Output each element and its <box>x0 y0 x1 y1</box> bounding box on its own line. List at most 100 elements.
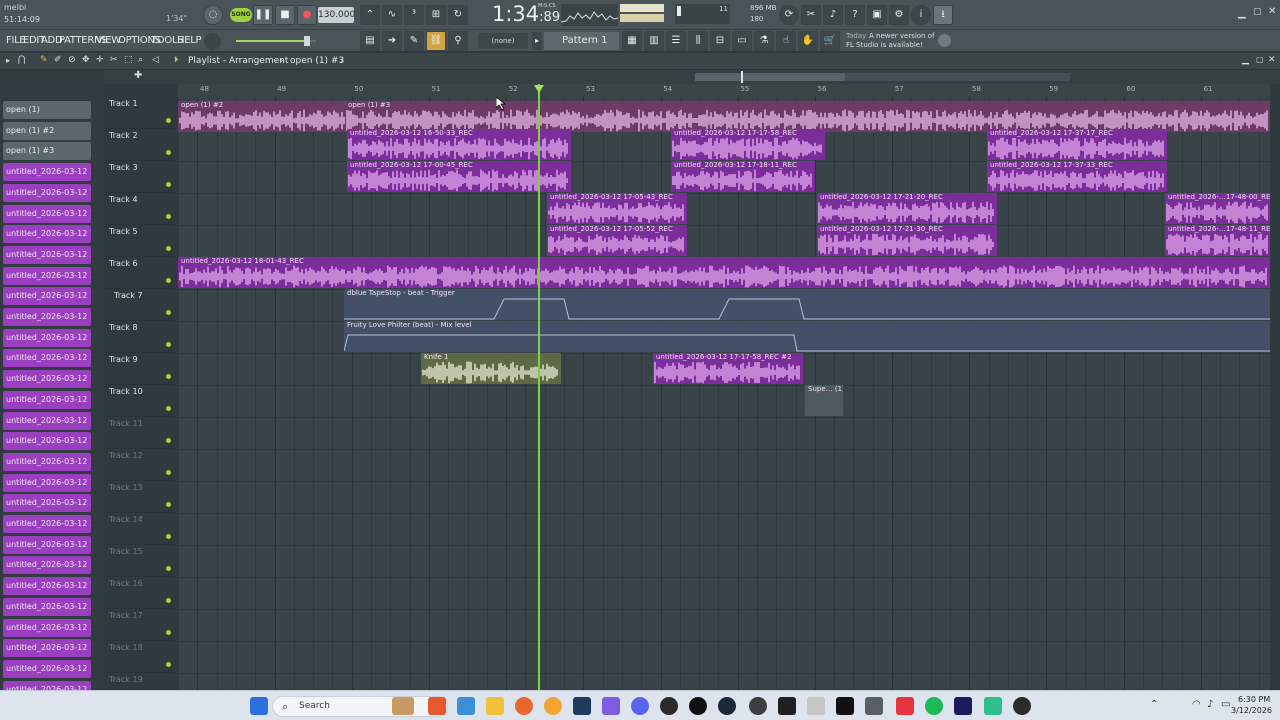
slice-tool-icon[interactable]: ✂ <box>110 55 118 65</box>
info-icon[interactable]: i <box>911 5 931 25</box>
playlist-minimize-icon[interactable]: ▁ <box>1242 55 1249 65</box>
menu-help[interactable]: HELP <box>177 35 202 46</box>
picker-item[interactable]: untitled_2026-03-12 16-… <box>3 225 91 244</box>
help-icon[interactable]: ? <box>845 5 865 25</box>
brush-tool-icon[interactable]: ✐ <box>54 55 62 65</box>
picker-item[interactable]: untitled_2026-03-12 16-… <box>3 245 91 264</box>
touch-icon[interactable]: ☝ <box>776 31 796 51</box>
clip-t6a[interactable]: untitled_2026-03-12 18-01-43_REC <box>178 257 1270 288</box>
picker-item[interactable]: untitled_2026-03-12 16-… <box>3 266 91 285</box>
track-enable-dot[interactable] <box>166 278 171 283</box>
picker-item[interactable]: untitled_2026-03-12 17-… <box>3 328 91 347</box>
track-enable-dot[interactable] <box>166 630 171 635</box>
clock-date[interactable]: 3/12/2026 <box>1231 706 1272 715</box>
picker-item[interactable]: untitled_2026-03-12 17-… <box>3 577 91 596</box>
draw-icon[interactable]: ✎ <box>404 31 424 51</box>
volume-icon[interactable]: ♪ <box>1207 699 1213 710</box>
artemis-icon[interactable] <box>573 697 591 715</box>
clip-t4c[interactable]: untitled_2026-…17-48-00_REC <box>1165 193 1270 224</box>
track-add-icon[interactable]: ✚ <box>134 70 142 81</box>
app-bolt-icon[interactable] <box>807 697 825 715</box>
picker-item[interactable]: untitled_2026-03-12 17-… <box>3 618 91 637</box>
picker-item[interactable]: untitled_2026-03-12 17-… <box>3 370 91 389</box>
picker-item[interactable]: open (1) #2 <box>3 121 91 140</box>
track-enable-dot[interactable] <box>166 566 171 571</box>
firefox-icon[interactable] <box>515 697 533 715</box>
track-header[interactable]: Track 8 <box>106 321 174 353</box>
pencil-tool-icon[interactable]: ✎ <box>40 55 48 65</box>
clip-t3c[interactable]: untitled_2026-03-12 17-37-33_REC <box>987 161 1167 192</box>
playlist-view-icon[interactable]: ▦ <box>622 31 642 51</box>
track-enable-dot[interactable] <box>166 182 171 187</box>
download-icon[interactable]: ⭳ <box>933 5 953 25</box>
picker-item[interactable]: untitled_2026-03-12 17-… <box>3 308 91 326</box>
link-icon[interactable]: ⛓ <box>426 31 446 51</box>
pattern-selector[interactable]: Pattern 1 <box>544 32 619 50</box>
playlist-close-icon[interactable]: ✕ <box>1268 55 1276 65</box>
file-explorer-icon[interactable] <box>486 697 504 715</box>
picker-item[interactable]: untitled_2026-03-12 16-… <box>3 204 91 223</box>
clip-t2c[interactable]: untitled_2026-03-12 17-37-17_REC <box>987 129 1167 160</box>
pause-button[interactable]: ❚❚ <box>253 5 273 25</box>
track-header[interactable]: Track 3 <box>106 161 174 193</box>
battery-icon[interactable]: ▭ <box>1221 699 1230 710</box>
track-header[interactable]: Track 11 <box>106 417 174 449</box>
wifi-icon[interactable]: ◠ <box>1192 699 1201 710</box>
tools-icon[interactable]: ✂ <box>801 5 821 25</box>
step-edit-icon[interactable]: ⊞ <box>426 5 446 25</box>
picker-item[interactable]: untitled_2026-03-12 17-… <box>3 473 91 492</box>
record-button[interactable]: ● <box>297 5 317 25</box>
clip-t8a[interactable]: Fruity Love Philter (beat) - Mix level <box>344 321 1270 352</box>
arrow-right-icon[interactable]: ➜ <box>382 31 402 51</box>
track-header[interactable]: Track 13 <box>106 481 174 513</box>
track-header[interactable]: Track 14 <box>106 513 174 545</box>
tray-chevron-icon[interactable]: ⌃ <box>1150 699 1158 710</box>
fl-studio-icon[interactable] <box>1013 697 1031 715</box>
plugin-icon[interactable]: ⚙ <box>889 5 909 25</box>
clip-t3b[interactable]: untitled_2026-03-12 17-18-11_REC <box>671 161 815 192</box>
playhead-marker-icon[interactable] <box>534 85 544 93</box>
metronome-icon[interactable]: ⌃ <box>360 5 380 25</box>
arrangement-grid[interactable]: open (1) #2 open (1) #3 untitled_2026-03-1… <box>178 97 1270 690</box>
track-enable-dot[interactable] <box>166 310 171 315</box>
clip-t4a[interactable]: untitled_2026-03-12 17-05-43_REC <box>547 193 687 224</box>
clip-t2b[interactable]: untitled_2026-03-12 17-17-58_REC <box>671 129 825 160</box>
picker-item[interactable]: untitled_2026-03-12 16-… <box>3 287 91 306</box>
picker-item[interactable]: open (1) #3 <box>3 142 91 161</box>
clip-t7a[interactable]: dblue TapeStop - beat - Trigger <box>344 289 1270 320</box>
microphone-icon[interactable]: ♪ <box>823 5 843 25</box>
puzzle-icon[interactable] <box>602 697 620 715</box>
clip-t9b[interactable]: untitled_2026-03-12 17-17-58_REC #2 <box>653 353 803 384</box>
track-enable-dot[interactable] <box>166 534 171 539</box>
tiktok-icon[interactable] <box>836 697 854 715</box>
hint-icon[interactable]: ✋ <box>798 31 818 51</box>
track-enable-dot[interactable] <box>166 598 171 603</box>
channel-rack-icon[interactable]: ▥ <box>644 31 664 51</box>
track-header[interactable]: Track 1 <box>106 97 174 129</box>
discord-icon[interactable] <box>631 697 649 715</box>
track-enable-dot[interactable] <box>166 406 171 411</box>
track-enable-dot[interactable] <box>166 662 171 667</box>
minimize-icon[interactable]: ▁ <box>1238 8 1246 19</box>
clip-t1a[interactable]: open (1) #2 <box>178 101 348 132</box>
maximize-icon[interactable]: ▢ <box>1253 7 1262 17</box>
clip-t5b[interactable]: untitled_2026-03-12 17-21-30_REC <box>817 225 997 256</box>
after-effects-icon[interactable] <box>954 697 972 715</box>
picker-item[interactable]: untitled_2026-03-12 17-… <box>3 432 91 451</box>
save-icon[interactable]: ▣ <box>867 5 887 25</box>
main-volume-knob[interactable] <box>204 33 221 50</box>
picker-item[interactable]: untitled_2026-03-12 16-… <box>3 183 91 202</box>
track-header[interactable]: Track 6 <box>106 257 174 289</box>
eq-icon[interactable]: ⫼ <box>688 31 708 51</box>
picker-item[interactable]: untitled_2026-03-12 17-… <box>3 556 91 575</box>
horizontal-scrollbar[interactable] <box>695 71 845 83</box>
slip-tool-icon[interactable]: ✛ <box>96 55 104 65</box>
clip-t5c[interactable]: untitled_2026-…17-48-11_REC <box>1165 225 1270 256</box>
zoom-tool-icon[interactable]: ⌕ <box>138 55 143 65</box>
clock-time[interactable]: 6:30 PM <box>1238 695 1270 704</box>
picker-item[interactable]: untitled_2026-03-12 17-… <box>3 659 91 678</box>
picker-item[interactable]: open (1) <box>3 101 91 119</box>
select-tool-icon[interactable]: ⬚ <box>124 55 133 65</box>
track-header[interactable]: Track 4 <box>106 193 174 225</box>
app-f-icon[interactable] <box>896 697 914 715</box>
